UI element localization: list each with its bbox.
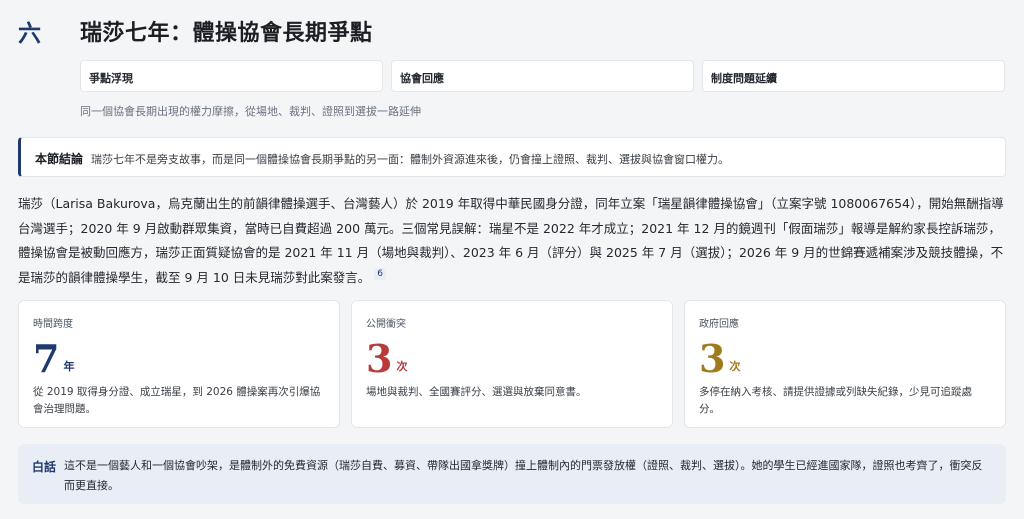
conclusion-label: 本節結論 [35, 152, 84, 166]
stat-card-government-response: 政府回應 3 次 多停在納入考核、請提供證據或列缺失紀錄，少見可追蹤處分。 [684, 300, 1006, 428]
section-header: 六 瑞莎七年：體操協會長期爭點 [18, 14, 373, 48]
body-text: 瑞莎（Larisa Bakurova，烏克蘭出生的前韻律體操選手、台灣藝人）於 … [18, 196, 1004, 285]
stat-unit: 次 [396, 360, 408, 373]
stat-card-description: 場地與裁判、全國賽評分、選選與放棄同意書。 [366, 386, 587, 398]
footnote-link[interactable]: 6 [374, 268, 386, 281]
tag-system-issue[interactable]: 制度問題延續 [702, 60, 1005, 92]
stat-card-label: 政府回應 [699, 319, 739, 330]
stat-value: 3 次 [699, 338, 991, 378]
stat-card-public-conflict: 公開衝突 3 次 場地與裁判、全國賽評分、選選與放棄同意書。 [351, 300, 673, 428]
stat-number: 3 [699, 336, 726, 381]
stat-card-time-span: 時間跨度 7 年 從 2019 取得身分證、成立瑞星，到 2026 體操案再次引… [18, 300, 340, 428]
stat-unit: 年 [63, 360, 75, 373]
stat-card-description: 從 2019 取得身分證、成立瑞星，到 2026 體操案再次引爆協會治理問題。 [33, 386, 321, 415]
section-title: 瑞莎七年：體操協會長期爭點 [80, 20, 373, 46]
stat-card-label: 時間跨度 [33, 319, 73, 330]
stat-card-description: 多停在納入考核、請提供證據或列缺失紀錄，少見可追蹤處分。 [699, 386, 972, 415]
plain-language-text: 這不是一個藝人和一個協會吵架，是體制外的免費資源（瑞莎自費、募資、帶隊出國拿獎牌… [64, 459, 983, 492]
stat-unit: 次 [729, 360, 741, 373]
stat-number: 3 [366, 336, 393, 381]
tag-issue-emerge[interactable]: 爭點浮現 [80, 60, 383, 92]
stat-number: 7 [33, 336, 60, 381]
tag-association-response[interactable]: 協會回應 [391, 60, 694, 92]
conclusion-text: 瑞莎七年不是旁支故事，而是同一個體操協會長期爭點的另一面：體制外資源進來後，仍會… [91, 153, 730, 166]
plain-language-label: 白話 [32, 460, 57, 474]
tag-list: 爭點浮現 協會回應 制度問題延續 [80, 60, 1005, 92]
stat-value: 3 次 [366, 338, 658, 378]
section-number: 六 [18, 20, 41, 47]
plain-language-box: 白話 這不是一個藝人和一個協會吵架，是體制外的免費資源（瑞莎自費、募資、帶隊出國… [18, 444, 1006, 504]
conclusion-box: 本節結論 瑞莎七年不是旁支故事，而是同一個體操協會長期爭點的另一面：體制外資源進來… [18, 137, 1006, 177]
stat-value: 7 年 [33, 338, 325, 378]
stat-cards: 時間跨度 7 年 從 2019 取得身分證、成立瑞星，到 2026 體操案再次引… [18, 300, 1006, 428]
body-paragraph: 瑞莎（Larisa Bakurova，烏克蘭出生的前韻律體操選手、台灣藝人）於 … [18, 192, 1012, 290]
section-subtitle: 同一個協會長期出現的權力摩擦，從場地、裁判、證照到選拔一路延伸 [80, 105, 421, 118]
stat-card-label: 公開衝突 [366, 319, 406, 330]
